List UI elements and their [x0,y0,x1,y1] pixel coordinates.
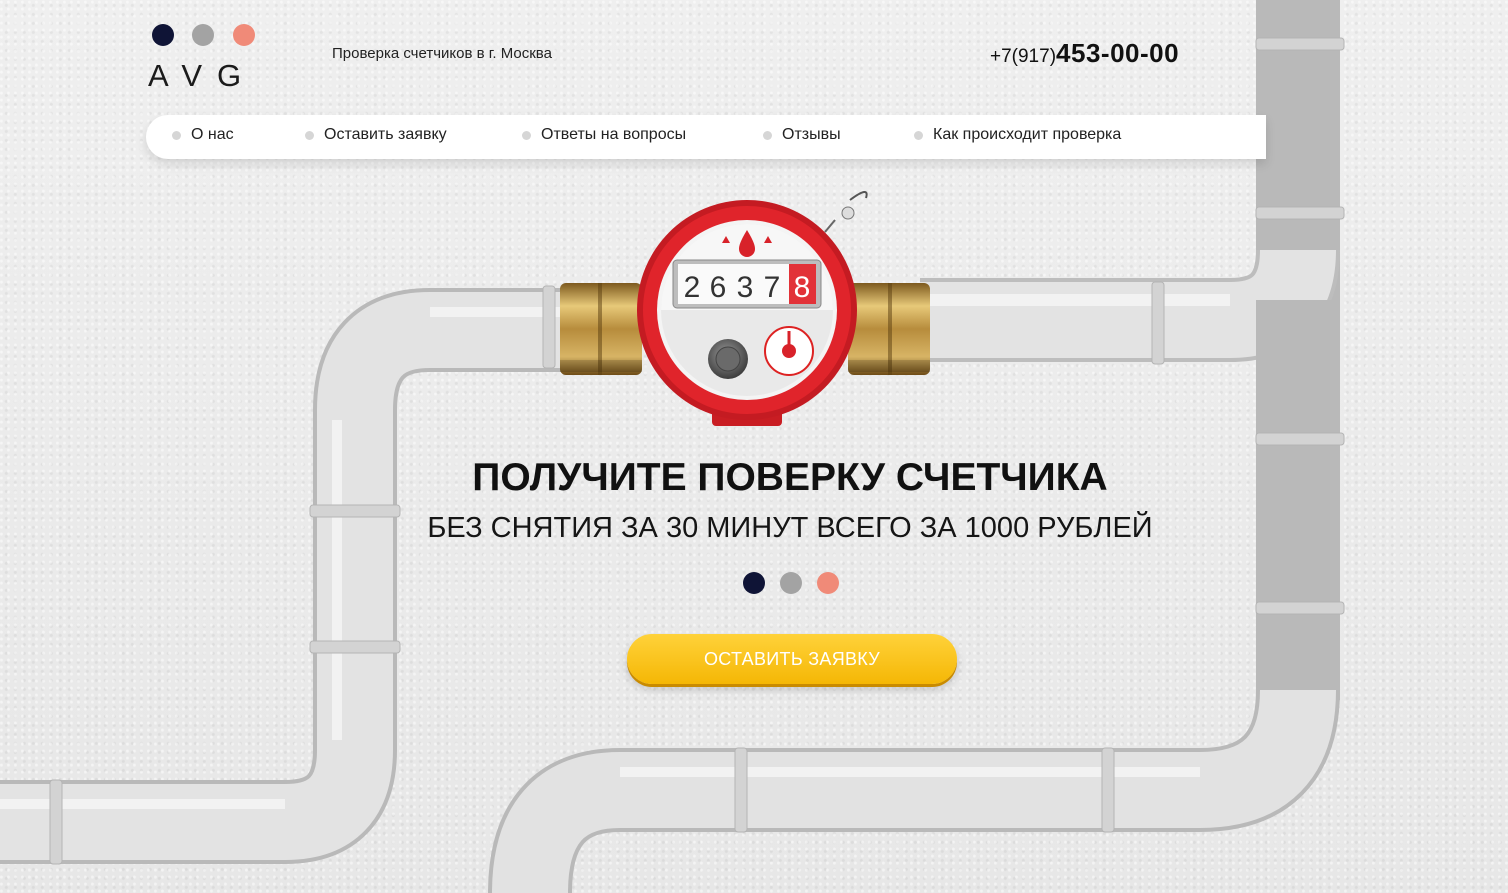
meter-digit: 2 [684,271,701,304]
logo[interactable]: AVG [148,24,260,94]
phone-main: 453-00-00 [1056,38,1180,68]
brass-fitting-left [560,283,642,375]
nav-item-label: Как происходит проверка [933,126,1122,143]
nav-item-request[interactable]: Оставить заявку [305,126,447,144]
nav-item-faq[interactable]: Ответы на вопросы [522,126,686,144]
hero-title: ПОЛУЧИТЕ ПОВЕРКУ СЧЕТЧИКА [472,456,1108,499]
leave-request-button[interactable]: ОСТАВИТЬ ЗАЯВКУ [627,634,957,684]
hero-decorative-dots [743,572,843,596]
dot-salmon [817,572,839,594]
nav-bullet [522,130,531,140]
nav-item-label: Оставить заявку [324,126,447,143]
phone-prefix: +7(917) [990,46,1057,67]
nav-bullet [305,130,314,140]
nav-item-about[interactable]: О нас [172,126,234,144]
nav-item-label: О нас [191,126,234,143]
logo-dot-navy [152,24,174,46]
nav-item-reviews[interactable]: Отзывы [763,126,841,144]
brass-fitting-right [848,283,930,375]
nav-item-process[interactable]: Как происходит проверка [914,126,1121,144]
nav-bullet [914,130,923,140]
nav-item-label: Ответы на вопросы [541,126,687,143]
nav-bullet [172,130,181,140]
logo-text: AVG [148,58,257,93]
logo-dot-salmon [233,24,255,46]
water-meter-illustration: 2 6 3 7 8 [637,191,868,426]
nav-bullet [763,130,772,140]
meter-digit: 6 [710,271,727,304]
meter-digit: 8 [794,271,811,304]
logo-dot-gray [192,24,214,46]
hero-subtitle: БЕЗ СНЯТИЯ ЗА 30 МИНУТ ВСЕГО ЗА 1000 РУБ… [427,512,1153,544]
tagline: Проверка счетчиков в г. Москва [332,45,552,62]
meter-digit: 7 [764,271,781,304]
main-nav: О нас Оставить заявку Ответы на вопросы … [146,115,1266,159]
nav-item-label: Отзывы [782,126,841,143]
dot-navy [743,572,765,594]
dot-gray [780,572,802,594]
phone-number[interactable]: +7(917)453-00-00 [990,38,1179,69]
meter-digit: 3 [737,271,754,304]
